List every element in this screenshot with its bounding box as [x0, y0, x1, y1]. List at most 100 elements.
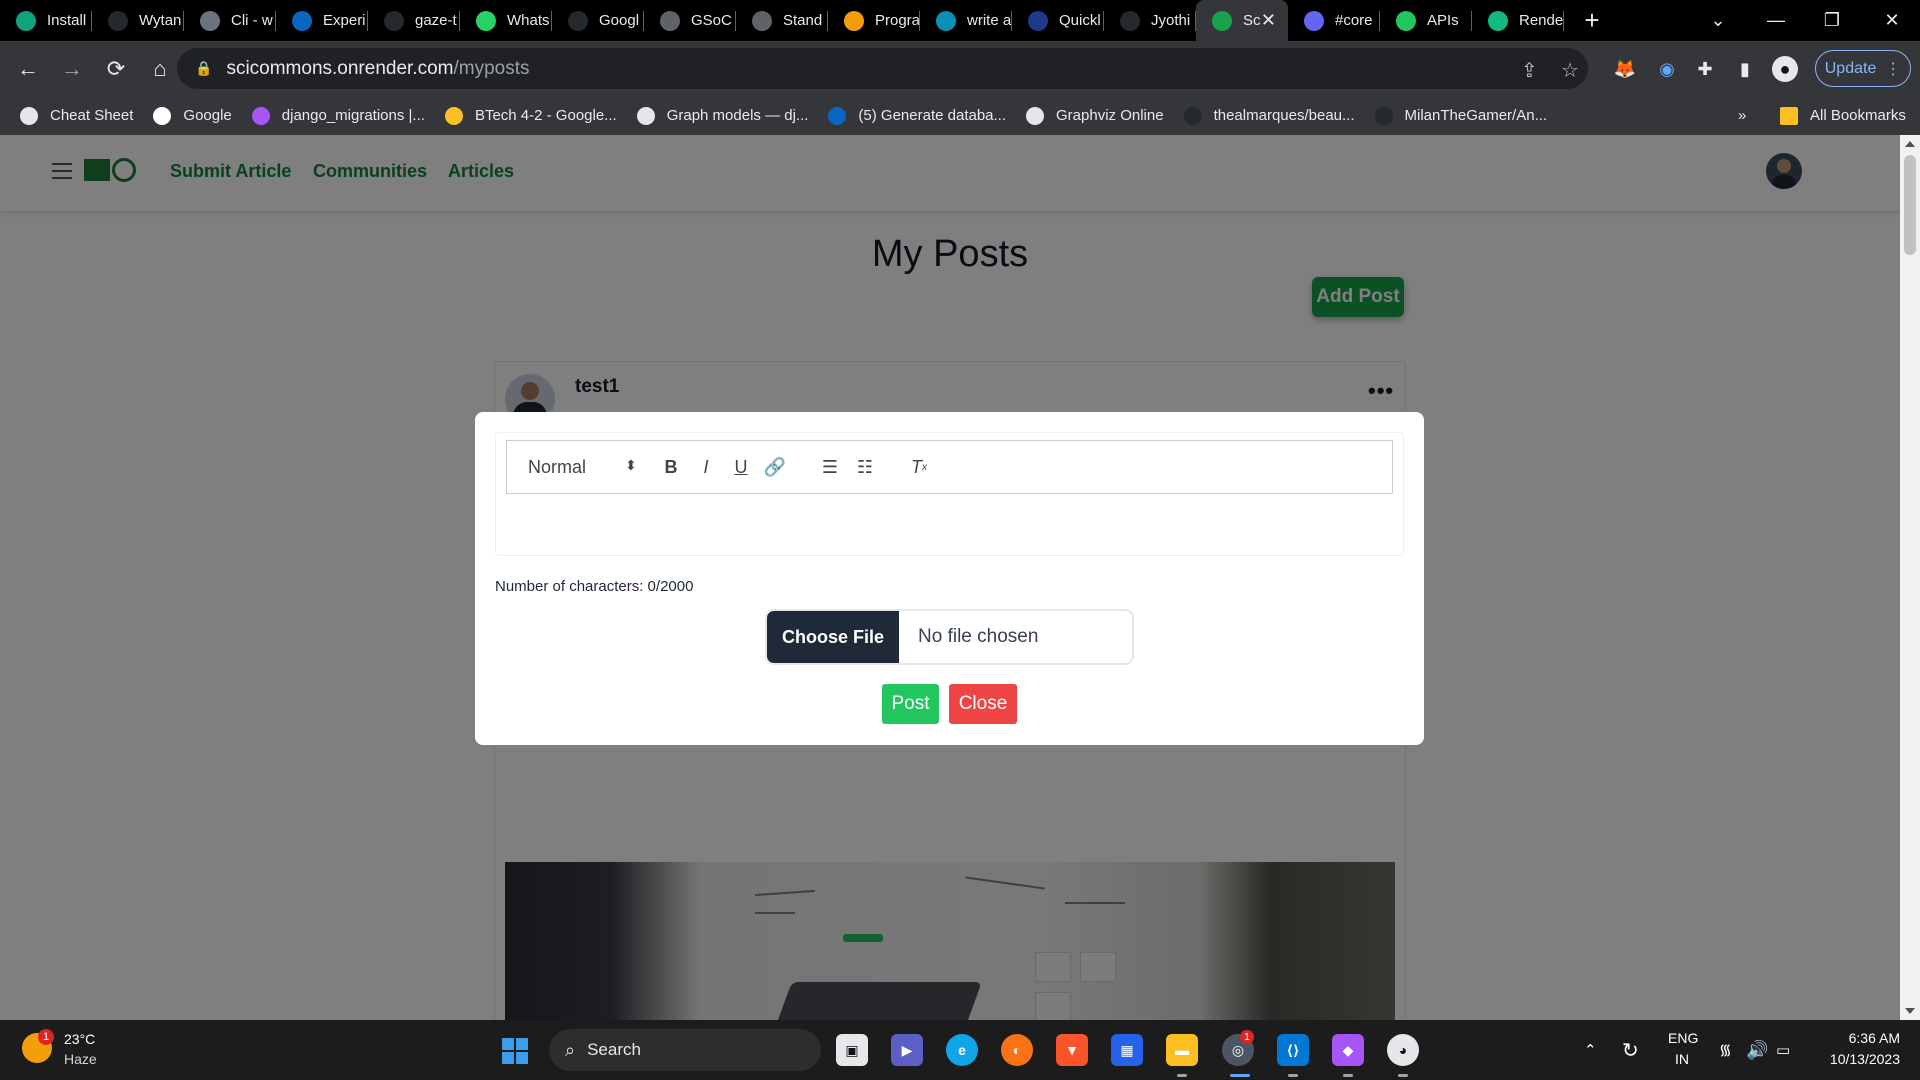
browser-tab[interactable]: Install: [0, 0, 92, 41]
update-button[interactable]: Update ⋮: [1815, 50, 1911, 87]
close-tab-icon[interactable]: ✕: [1261, 10, 1276, 31]
bookmark-label: BTech 4-2 - Google...: [474, 107, 617, 124]
bookmark-label: django_migrations |...: [281, 107, 425, 124]
tab-search-button[interactable]: ⌄: [1690, 0, 1746, 41]
forward-button[interactable]: →: [52, 49, 92, 89]
file-input[interactable]: Choose File No file chosen: [765, 609, 1134, 665]
close-window-button[interactable]: ✕: [1864, 0, 1920, 41]
microsoft-store-icon[interactable]: ▦: [1111, 1034, 1143, 1066]
show-hidden-icons[interactable]: ⌃: [1584, 1020, 1597, 1080]
wifi-icon[interactable]: ᯾: [1719, 1020, 1732, 1080]
underline-icon[interactable]: U: [727, 453, 755, 481]
sync-icon[interactable]: ↻: [1622, 1020, 1639, 1080]
firefox-icon[interactable]: ◐: [1001, 1034, 1033, 1066]
page-scrollbar[interactable]: [1900, 135, 1920, 1020]
clock-date[interactable]: 10/13/2023: [1815, 1051, 1900, 1067]
reload-button[interactable]: ⟳: [96, 49, 136, 89]
bookmark-item[interactable]: BTech 4-2 - Google...: [444, 106, 617, 125]
browser-tab[interactable]: Experi: [276, 0, 368, 41]
extension-icon[interactable]: ◉: [1654, 56, 1680, 82]
choose-file-button[interactable]: Choose File: [767, 611, 899, 663]
file-status: No file chosen: [918, 626, 1039, 647]
app-diamond-icon[interactable]: ◆: [1332, 1034, 1364, 1066]
format-select-arrow-icon[interactable]: ⬍: [625, 457, 637, 474]
browser-tab[interactable]: Wytan: [92, 0, 184, 41]
globe-icon: [752, 10, 772, 31]
browser-tab[interactable]: Rende: [1472, 0, 1564, 41]
github-desktop-icon[interactable]: ◕: [1387, 1034, 1419, 1066]
extensions-puzzle-icon[interactable]: ✚: [1692, 56, 1718, 82]
tab-title: Whats: [507, 12, 550, 29]
restore-button[interactable]: ❐: [1804, 0, 1860, 41]
weather-temp[interactable]: 23°C: [64, 1031, 95, 1047]
more-bookmarks-button[interactable]: »: [1738, 107, 1746, 124]
create-post-modal: Normal ⬍ B I U 🔗 ☰ ☷ Tx Number of charac…: [475, 412, 1424, 745]
teams-chat-icon[interactable]: ▶: [891, 1034, 923, 1066]
task-view-icon[interactable]: ▣: [836, 1034, 868, 1066]
bookmark-label: MilanTheGamer/An...: [1404, 107, 1548, 124]
browser-tab[interactable]: Cli - w: [184, 0, 276, 41]
clear-formatting-icon[interactable]: Tx: [905, 453, 933, 481]
vscode-icon[interactable]: ⟨⟩: [1277, 1034, 1309, 1066]
browser-tab[interactable]: Googl: [552, 0, 644, 41]
bullet-list-icon[interactable]: ☷: [851, 453, 879, 481]
address-domain: scicommons.onrender.com: [226, 57, 454, 79]
browser-tab[interactable]: Quickl: [1012, 0, 1104, 41]
editor-content-area[interactable]: [506, 495, 1393, 553]
profile-avatar-icon[interactable]: ●: [1772, 56, 1798, 82]
github-icon: [1120, 10, 1140, 31]
bookmark-favicon-icon: [828, 106, 847, 125]
new-tab-button[interactable]: +: [1572, 0, 1612, 41]
browser-tab[interactable]: Whats: [460, 0, 552, 41]
home-button[interactable]: ⌂: [140, 49, 180, 89]
edge-icon[interactable]: e: [946, 1034, 978, 1066]
taskbar-search[interactable]: ⌕ Search: [549, 1029, 821, 1071]
format-select[interactable]: Normal: [528, 457, 586, 478]
language-line1[interactable]: ENG: [1668, 1030, 1698, 1046]
address-bar[interactable]: 🔒 scicommons.onrender.com/myposts ⇪ ☆: [177, 48, 1588, 89]
render-icon: [1488, 10, 1508, 31]
back-button[interactable]: ←: [8, 49, 48, 89]
bookmark-item[interactable]: Graphviz Online: [1026, 106, 1164, 125]
tab-title: Quickl: [1059, 12, 1101, 29]
browser-tab[interactable]: write a: [920, 0, 1012, 41]
post-button[interactable]: Post: [882, 684, 939, 724]
close-button[interactable]: Close: [949, 684, 1017, 724]
scrollbar-thumb[interactable]: [1904, 155, 1916, 255]
language-line2[interactable]: IN: [1675, 1051, 1689, 1067]
browser-tab[interactable]: APIs: [1380, 0, 1472, 41]
bookmark-item[interactable]: Google: [153, 106, 232, 125]
scroll-down-icon[interactable]: [1905, 1008, 1915, 1014]
bookmark-item[interactable]: (5) Generate databa...: [828, 106, 1006, 125]
bookmark-item[interactable]: MilanTheGamer/An...: [1374, 106, 1548, 125]
battery-icon[interactable]: ▭: [1776, 1020, 1790, 1080]
browser-tab[interactable]: Progra: [828, 0, 920, 41]
browser-tab[interactable]: #core: [1288, 0, 1380, 41]
brave-icon[interactable]: ▼: [1056, 1034, 1088, 1066]
browser-tab[interactable]: Jyothi: [1104, 0, 1196, 41]
bold-icon[interactable]: B: [657, 453, 685, 481]
minimize-button[interactable]: —: [1748, 0, 1804, 41]
volume-icon[interactable]: 🔊: [1746, 1020, 1768, 1080]
file-explorer-icon[interactable]: ▬: [1166, 1034, 1198, 1066]
browser-tab[interactable]: Stand: [736, 0, 828, 41]
weather-desc[interactable]: Haze: [64, 1051, 97, 1067]
clock-time[interactable]: 6:36 AM: [1840, 1030, 1900, 1046]
scroll-up-icon[interactable]: [1905, 141, 1915, 147]
link-icon[interactable]: 🔗: [761, 453, 789, 481]
bookmark-item[interactable]: Cheat Sheet: [20, 106, 133, 125]
bookmark-item[interactable]: django_migrations |...: [251, 106, 425, 125]
browser-tab[interactable]: GSoC: [644, 0, 736, 41]
browser-tab[interactable]: gaze-t: [368, 0, 460, 41]
start-icon[interactable]: [502, 1038, 528, 1064]
all-bookmarks-button[interactable]: All Bookmarks: [1780, 106, 1906, 125]
share-icon[interactable]: ⇪: [1521, 58, 1538, 83]
side-panel-icon[interactable]: ▮: [1732, 56, 1758, 82]
italic-icon[interactable]: I: [692, 453, 720, 481]
bookmark-item[interactable]: thealmarques/beau...: [1183, 106, 1355, 125]
bookmark-star-icon[interactable]: ☆: [1561, 58, 1579, 83]
bookmark-item[interactable]: Graph models — dj...: [636, 106, 808, 125]
metamask-extension-icon[interactable]: 🦊: [1612, 56, 1638, 82]
browser-tab[interactable]: Sc ✕: [1196, 0, 1288, 41]
ordered-list-icon[interactable]: ☰: [816, 453, 844, 481]
